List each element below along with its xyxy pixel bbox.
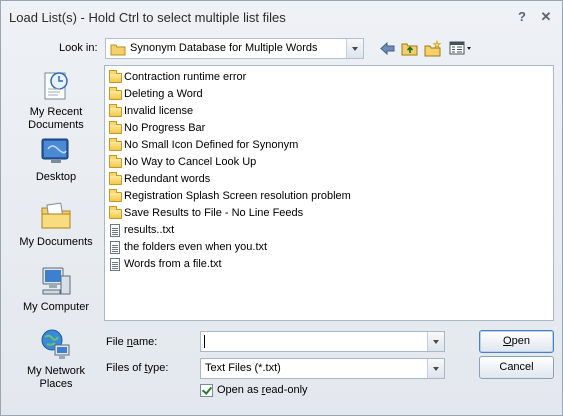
folder-icon (108, 138, 124, 153)
folder-icon (108, 121, 124, 136)
chevron-down-icon[interactable] (427, 332, 444, 351)
place-my-computer[interactable]: My Computer (11, 264, 101, 314)
network-places-icon (39, 328, 73, 362)
place-label: Desktop (35, 171, 77, 183)
item-name: Contraction runtime error (124, 71, 247, 83)
text-file-icon (108, 241, 124, 255)
file-list[interactable]: Contraction runtime error Deleting a Wor… (104, 65, 554, 321)
views-menu-icon[interactable] (449, 40, 473, 57)
place-label: Documents (28, 119, 84, 131)
text-caret (204, 335, 205, 348)
item-name: Invalid license (124, 105, 194, 117)
place-my-documents[interactable]: My Documents (11, 199, 101, 249)
place-label: My Network (26, 365, 86, 377)
folder-icon (108, 87, 124, 102)
place-label: Places (39, 378, 73, 390)
look-in-value: Synonym Database for Multiple Words (130, 42, 318, 54)
folder-icon (110, 43, 126, 59)
look-in-label: Look in: (59, 42, 98, 54)
cancel-button[interactable]: Cancel (479, 356, 554, 379)
item-name: No Progress Bar (124, 122, 206, 134)
load-list-dialog: Load List(s) - Hold Ctrl to select multi… (0, 0, 563, 416)
folder-icon (108, 70, 124, 85)
item-name: No Small Icon Defined for Synonym (124, 139, 299, 151)
help-button[interactable]: ? (514, 9, 530, 25)
place-label: My Computer (22, 301, 90, 313)
place-label: My Documents (19, 236, 93, 248)
item-name: No Way to Cancel Look Up (124, 156, 257, 168)
files-of-type-select[interactable]: Text Files (*.txt) (200, 358, 445, 379)
read-only-label: Open as read-only (217, 384, 308, 396)
new-folder-icon[interactable] (424, 40, 442, 57)
open-button[interactable]: Open (479, 330, 554, 353)
file-name-label: File name: (106, 336, 158, 348)
place-my-network-places[interactable]: My Network Places (11, 328, 101, 391)
read-only-checkbox[interactable] (200, 384, 213, 397)
chevron-down-icon[interactable] (427, 359, 444, 378)
my-computer-icon (39, 264, 73, 298)
up-folder-icon[interactable] (401, 40, 419, 57)
title-bar: Load List(s) - Hold Ctrl to select multi… (1, 1, 562, 33)
folder-icon (108, 206, 124, 221)
item-name: Deleting a Word (124, 88, 203, 100)
folder-icon (108, 155, 124, 170)
item-name: the folders even when you.txt (124, 241, 268, 253)
folder-icon (108, 172, 124, 187)
folder-icon (108, 104, 124, 119)
place-label: My Recent (29, 106, 83, 118)
text-file-icon (108, 224, 124, 238)
recent-documents-icon (39, 69, 73, 103)
window-title: Load List(s) - Hold Ctrl to select multi… (9, 10, 286, 25)
place-my-recent-documents[interactable]: My Recent Documents (11, 69, 101, 132)
back-arrow-icon[interactable] (379, 40, 397, 57)
item-name: Save Results to File - No Line Feeds (124, 207, 304, 219)
look-in-dropdown[interactable]: Synonym Database for Multiple Words (105, 38, 364, 59)
text-file-icon (108, 258, 124, 272)
place-desktop[interactable]: Desktop (11, 134, 101, 184)
chevron-down-icon[interactable] (346, 39, 363, 58)
item-name: Words from a file.txt (124, 258, 222, 270)
files-of-type-value: Text Files (*.txt) (205, 362, 281, 374)
desktop-icon (39, 134, 73, 168)
item-name: results..txt (124, 224, 175, 236)
my-documents-icon (39, 199, 73, 233)
close-button[interactable]: ✕ (538, 9, 554, 25)
files-of-type-label: Files of type: (106, 362, 169, 374)
file-name-input[interactable] (200, 331, 445, 352)
folder-icon (108, 189, 124, 204)
item-name: Redundant words (124, 173, 211, 185)
item-name: Registration Splash Screen resolution pr… (124, 190, 351, 202)
